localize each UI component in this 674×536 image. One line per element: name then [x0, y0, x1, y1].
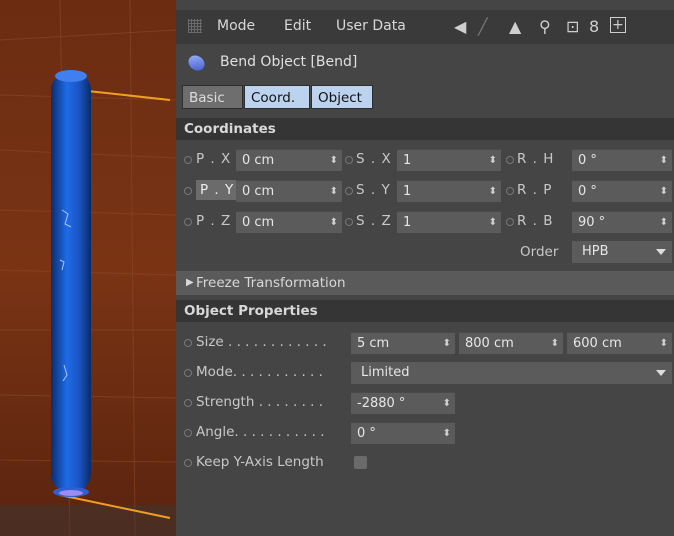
field-size-x[interactable]: 5 cm ⬍ — [351, 332, 455, 354]
anim-dot[interactable] — [184, 399, 192, 407]
forward-arrow-icon[interactable]: ╱ — [478, 17, 488, 36]
label-py: P . Y — [196, 180, 239, 200]
label-pz: P . Z — [196, 213, 232, 229]
menu-bar: Mode Edit User Data ◀ ╱ ▲ ⚲ ⊡ 8 + — [176, 10, 674, 44]
field-pz[interactable]: 0 cm ⬍ — [236, 211, 342, 233]
label-strength: Strength . . . . . . . . — [196, 394, 324, 410]
order-select[interactable]: HPB — [572, 241, 672, 263]
tab-coord[interactable]: Coord. — [244, 85, 310, 109]
field-py[interactable]: 0 cm ⬍ — [236, 180, 342, 202]
field-rp[interactable]: 0 ° ⬍ — [572, 180, 672, 202]
chevron-down-icon — [656, 249, 666, 255]
field-strength[interactable]: -2880 ° ⬍ — [351, 392, 455, 414]
anim-dot[interactable] — [345, 218, 353, 226]
menu-mode[interactable]: Mode — [217, 18, 255, 34]
search-icon[interactable]: ⚲ — [539, 17, 551, 36]
spin-arrows-icon[interactable]: ⬍ — [660, 150, 668, 172]
label-rb: R . B — [517, 213, 554, 229]
anim-dot[interactable] — [184, 187, 192, 195]
spin-arrows-icon[interactable]: ⬍ — [660, 181, 668, 203]
field-angle[interactable]: 0 ° ⬍ — [351, 422, 455, 444]
field-size-y[interactable]: 800 cm ⬍ — [459, 332, 563, 354]
label-rh: R . H — [517, 151, 555, 167]
spin-arrows-icon[interactable]: ⬍ — [489, 181, 497, 203]
blue-bend-object[interactable] — [51, 72, 91, 492]
anim-dot[interactable] — [184, 429, 192, 437]
bend-object-icon — [185, 52, 208, 74]
spin-arrows-icon[interactable]: ⬍ — [489, 212, 497, 234]
spin-arrows-icon[interactable]: ⬍ — [330, 150, 338, 172]
label-sz: S . Z — [356, 213, 392, 229]
spin-arrows-icon[interactable]: ⬍ — [489, 150, 497, 172]
tab-basic[interactable]: Basic — [182, 85, 243, 109]
spin-arrows-icon[interactable]: ⬍ — [443, 393, 451, 415]
label-px: P . X — [196, 151, 232, 167]
anim-dot[interactable] — [184, 218, 192, 226]
spin-arrows-icon[interactable]: ⬍ — [443, 333, 451, 355]
label-sy: S . Y — [356, 182, 391, 198]
field-sx[interactable]: 1 ⬍ — [397, 149, 501, 171]
attribute-manager: Mode Edit User Data ◀ ╱ ▲ ⚲ ⊡ 8 + Bend O… — [176, 0, 674, 536]
freeze-transformation-toggle[interactable]: ▶ Freeze Transformation — [176, 271, 674, 295]
menu-user-data[interactable]: User Data — [336, 18, 406, 34]
3d-viewport[interactable] — [0, 0, 176, 536]
back-arrow-icon[interactable]: ◀ — [454, 17, 466, 36]
spin-arrows-icon[interactable]: ⬍ — [660, 333, 668, 355]
spin-arrows-icon[interactable]: ⬍ — [660, 212, 668, 234]
label-mode: Mode. . . . . . . . . . . — [196, 364, 323, 380]
label-angle: Angle. . . . . . . . . . . — [196, 424, 325, 440]
mode-select[interactable]: Limited — [351, 362, 672, 384]
label-size: Size . . . . . . . . . . . . — [196, 334, 327, 350]
label-sx: S . X — [356, 151, 392, 167]
anim-dot[interactable] — [184, 369, 192, 377]
tab-object[interactable]: Object — [311, 85, 373, 109]
field-size-z[interactable]: 600 cm ⬍ — [567, 332, 672, 354]
spin-arrows-icon[interactable]: ⬍ — [330, 181, 338, 203]
field-rh[interactable]: 0 ° ⬍ — [572, 149, 672, 171]
link-icon[interactable]: 8 — [589, 17, 599, 36]
label-rp: R . P — [517, 182, 553, 198]
section-coordinates: Coordinates — [176, 118, 674, 140]
freeze-label: Freeze Transformation — [196, 275, 346, 291]
menu-edit[interactable]: Edit — [284, 18, 311, 34]
anim-dot[interactable] — [345, 156, 353, 164]
new-panel-icon[interactable]: + — [610, 17, 626, 33]
anim-dot[interactable] — [506, 187, 514, 195]
grip-icon[interactable] — [188, 19, 202, 33]
up-arrow-icon[interactable]: ▲ — [509, 17, 521, 36]
field-sy[interactable]: 1 ⬍ — [397, 180, 501, 202]
spin-arrows-icon[interactable]: ⬍ — [330, 212, 338, 234]
anim-dot[interactable] — [345, 187, 353, 195]
lock-icon[interactable]: ⊡ — [566, 17, 579, 36]
anim-dot[interactable] — [506, 218, 514, 226]
field-sz[interactable]: 1 ⬍ — [397, 211, 501, 233]
viewport-canvas — [0, 0, 176, 536]
anim-dot[interactable] — [184, 339, 192, 347]
anim-dot[interactable] — [184, 459, 192, 467]
anim-dot[interactable] — [506, 156, 514, 164]
label-order: Order — [520, 244, 559, 260]
object-title: Bend Object [Bend] — [220, 54, 358, 70]
chevron-down-icon — [656, 370, 666, 376]
spin-arrows-icon[interactable]: ⬍ — [443, 423, 451, 445]
label-keep-y-axis: Keep Y-Axis Length — [196, 454, 324, 470]
field-px[interactable]: 0 cm ⬍ — [236, 149, 342, 171]
field-rb[interactable]: 90 ° ⬍ — [572, 211, 672, 233]
triangle-right-icon: ▶ — [186, 277, 194, 288]
spin-arrows-icon[interactable]: ⬍ — [551, 333, 559, 355]
section-object-properties: Object Properties — [176, 300, 674, 322]
keep-y-axis-checkbox[interactable] — [354, 456, 367, 469]
anim-dot[interactable] — [184, 156, 192, 164]
